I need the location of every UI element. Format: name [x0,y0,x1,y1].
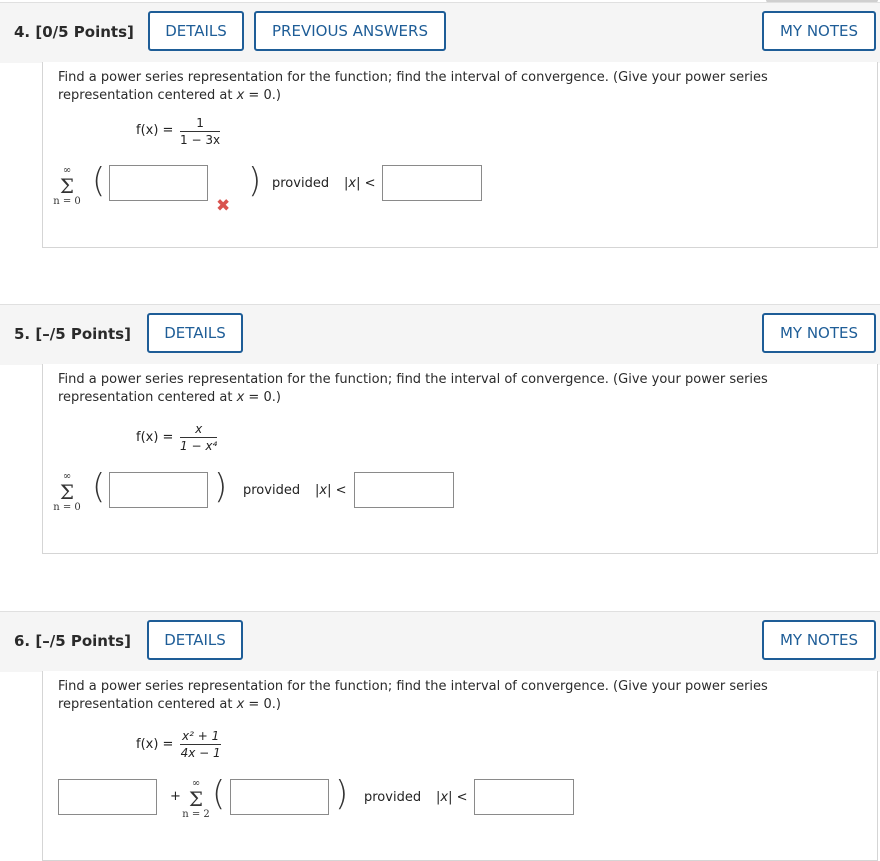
radius-input[interactable] [382,165,482,201]
question-5-header: 5. [–/5 Points] DETAILS MY NOTES [0,304,880,365]
right-paren: ) [335,774,349,814]
question-number: 6. [–/5 Points] [14,632,131,650]
provided-label: provided [243,483,301,498]
question-prompt: Find a power series representation for t… [58,70,768,103]
left-paren: ( [92,161,106,201]
function-fraction: 1 1 − 3x [180,116,221,147]
radius-input[interactable] [354,472,454,508]
radius-input[interactable] [474,779,574,815]
abs-x-label: |x| < [315,483,347,498]
question-4-body: Find a power series representation for t… [42,62,878,248]
question-prompt: Find a power series representation for t… [58,679,768,712]
function-fraction: x² + 1 4x − 1 [180,729,222,760]
summation-sigma: ∞ Σ n = 0 [53,471,81,514]
incorrect-icon: ✖ [216,196,231,216]
details-button[interactable]: DETAILS [148,11,244,51]
my-notes-button[interactable]: MY NOTES [762,313,876,353]
left-paren: ( [212,774,226,814]
question-number: 4. [0/5 Points] [14,23,134,41]
provided-label: provided [364,790,422,805]
series-term-input[interactable] [109,165,208,201]
question-prompt: Find a power series representation for t… [58,372,768,405]
details-button[interactable]: DETAILS [147,313,243,353]
question-6-body: Find a power series representation for t… [42,671,878,861]
function-label: f(x) = [136,123,174,138]
leading-term-input[interactable] [58,779,157,815]
question-4-header: 4. [0/5 Points] DETAILS PREVIOUS ANSWERS… [0,2,880,63]
series-term-input[interactable] [109,472,208,508]
left-paren: ( [92,467,106,507]
function-fraction: x 1 − x⁴ [180,422,218,453]
summation-sigma: ∞ Σ n = 0 [53,165,81,208]
question-number: 5. [–/5 Points] [14,325,131,343]
question-6-header: 6. [–/5 Points] DETAILS MY NOTES [0,611,880,672]
series-term-input[interactable] [230,779,329,815]
my-notes-button[interactable]: MY NOTES [762,620,876,660]
abs-x-label: |x| < [436,790,468,805]
right-paren: ) [248,161,262,201]
provided-label: provided [272,176,330,191]
function-label: f(x) = [136,430,174,445]
abs-x-label: |x| < [344,176,376,191]
my-notes-button[interactable]: MY NOTES [762,11,876,51]
right-paren: ) [214,467,228,507]
function-label: f(x) = [136,737,174,752]
summation-sigma: ∞ Σ n = 2 [182,778,210,821]
details-button[interactable]: DETAILS [147,620,243,660]
question-5-body: Find a power series representation for t… [42,364,878,554]
previous-answers-button[interactable]: PREVIOUS ANSWERS [254,11,446,51]
